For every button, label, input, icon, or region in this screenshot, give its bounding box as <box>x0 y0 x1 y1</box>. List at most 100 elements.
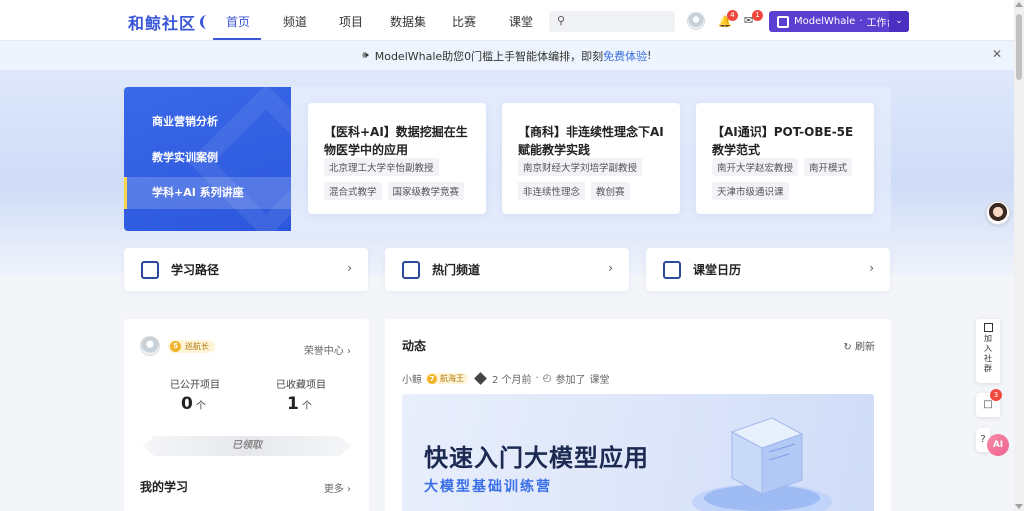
level-number: 7 <box>427 373 437 384</box>
rank-diamond-icon <box>474 372 487 385</box>
chevron-right-icon: › <box>347 484 351 495</box>
feed-banner-image[interactable]: 快速入门大模型应用 大模型基础训练营 <box>402 394 874 511</box>
search-input[interactable]: ⚲ <box>549 11 675 32</box>
level-name: 航海王 <box>440 374 464 383</box>
nav-classroom[interactable]: 课堂 <box>509 13 533 30</box>
user-avatar[interactable] <box>687 12 705 30</box>
avatar[interactable] <box>140 336 160 356</box>
logo-mark-icon <box>200 15 208 29</box>
scrollbar-thumb[interactable] <box>1016 14 1022 80</box>
course-tag: 国家级教学竞赛 <box>387 182 465 200</box>
speaker-icon: 🕪 <box>362 50 369 61</box>
scroll-down-icon[interactable] <box>1015 504 1023 509</box>
calendar-icon <box>663 260 681 279</box>
workspace-button[interactable]: ModelWhale · 工作台 ⌄ <box>769 11 909 32</box>
message-badge: 1 <box>752 10 763 21</box>
logo[interactable]: 和鲸社区 <box>128 10 208 34</box>
honor-center-label: 荣誉中心 <box>303 346 344 357</box>
quick-link-learning-path[interactable]: 学习路径 › <box>124 248 368 291</box>
chevron-right-icon: › <box>869 261 874 275</box>
collected-projects-label: 已收藏项目 <box>276 380 326 391</box>
feedback-icon: ? <box>980 434 986 445</box>
course-card[interactable]: 【商科】非连续性理念下AI赋能教学实践 南京财经大学刘培学副教授 非连续性理念 … <box>502 103 680 214</box>
public-projects-label: 已公开项目 <box>170 380 220 391</box>
modelwhale-logo-icon <box>777 15 789 28</box>
page-scrollbar[interactable] <box>1014 0 1024 511</box>
inbox-badge: 3 <box>990 389 1002 401</box>
feed-target[interactable]: 课堂 <box>589 371 609 386</box>
quick-link-calendar[interactable]: 课堂日历 › <box>646 248 890 291</box>
course-title: 【商科】非连续性理念下AI赋能教学实践 <box>518 125 664 157</box>
quick-link-hot-channels[interactable]: 热门频道 › <box>385 248 629 291</box>
more-label: 更多 <box>323 484 344 495</box>
course-tag: 教创赛 <box>591 182 630 200</box>
banner-title: 快速入门大模型应用 <box>424 444 649 472</box>
notification-badge: 4 <box>727 10 738 21</box>
notice-suffix: ! <box>647 49 652 62</box>
feed-action: 参加了 <box>555 375 586 386</box>
level-number: 5 <box>170 341 181 352</box>
course-tag: 南开模式 <box>804 158 853 176</box>
collected-projects-count[interactable]: 1个 <box>287 394 312 414</box>
notice-bar: 🕪 ModelWhale助您0门槛上手智能体编排，即刻 免费体验! ✕ <box>0 41 1014 70</box>
count-unit: 个 <box>301 401 312 412</box>
map-icon <box>141 260 159 279</box>
feed-user-name[interactable]: 小鲸 <box>402 371 422 386</box>
ai-assistant-button[interactable]: AI <box>987 434 1009 456</box>
hero-tab-ai-lectures[interactable]: 学科+AI 系列讲座 <box>124 177 291 209</box>
public-projects-value: 0 <box>181 394 193 414</box>
public-projects-count[interactable]: 0个 <box>181 394 206 414</box>
course-card[interactable]: 【AI通识】POT-OBE-5E教学范式 南开大学赵宏教授 南开模式 天津市级通… <box>696 103 874 214</box>
clock-icon: ◴ <box>542 373 552 384</box>
banner-subtitle: 大模型基础训练营 <box>424 479 552 495</box>
close-icon[interactable]: ✕ <box>992 47 1002 61</box>
my-learning-title: 我的学习 <box>140 480 189 494</box>
chevron-right-icon: › <box>347 346 351 357</box>
feed-time: 2 个月前 <box>492 375 532 386</box>
quick-link-label: 学习路径 <box>171 263 220 277</box>
feed-title: 动态 <box>402 339 427 353</box>
hero-tab-teaching-cases[interactable]: 教学实训案例 <box>124 142 291 174</box>
nav-competitions[interactable]: 比赛 <box>452 13 476 30</box>
chevron-right-icon: › <box>347 261 352 275</box>
count-unit: 个 <box>195 401 206 412</box>
course-tag: 天津市级通识课 <box>712 182 789 200</box>
workspace-brand: ModelWhale <box>794 16 856 27</box>
more-link[interactable]: 更多 › <box>324 480 351 495</box>
course-title: 【医科+AI】数据挖掘在生物医学中的应用 <box>324 125 468 157</box>
nav-channels[interactable]: 频道 <box>283 13 307 30</box>
nav-projects[interactable]: 项目 <box>339 13 363 30</box>
hero-tabs: 商业营销分析 教学实训案例 学科+AI 系列讲座 <box>124 87 291 231</box>
collected-projects-value: 1 <box>287 394 299 414</box>
cube-illustration <box>692 417 832 511</box>
quick-link-label: 课堂日历 <box>693 263 742 277</box>
refresh-button[interactable]: ↻ 刷新 <box>843 338 875 353</box>
top-navbar: 和鲸社区 首页 频道 项目 数据集 比赛 课堂 ⚲ 🔔 4 ✉ 1 ModelW… <box>0 0 1014 41</box>
level-badge: 7 航海王 <box>426 373 468 384</box>
honor-center-link[interactable]: 荣誉中心 › <box>304 342 351 357</box>
search-icon: ⚲ <box>557 14 566 27</box>
nav-datasets[interactable]: 数据集 <box>390 13 426 30</box>
chevron-right-icon: › <box>608 261 613 275</box>
level-name: 巡航长 <box>185 342 209 351</box>
hero-tab-marketing[interactable]: 商业营销分析 <box>124 106 291 138</box>
logo-text: 和鲸社区 <box>128 14 197 33</box>
refresh-label: 刷新 <box>855 342 875 353</box>
notice-link[interactable]: 免费体验 <box>603 48 647 64</box>
activity-feed: 动态 ↻ 刷新 小鲸 7 航海王 2 个月前 · ◴ 参加了 课堂 快速入门大模型… <box>385 319 891 511</box>
assistant-avatar[interactable] <box>986 201 1010 225</box>
course-tag: 南开大学赵宏教授 <box>712 158 799 176</box>
dot-separator: · <box>535 373 539 384</box>
claimed-banner: 已领取 <box>142 436 352 456</box>
course-title: 【AI通识】POT-OBE-5E教学范式 <box>712 125 854 157</box>
course-card[interactable]: 【医科+AI】数据挖掘在生物医学中的应用 北京理工大学辛怡副教授 混合式教学 国… <box>308 103 486 214</box>
feed-item-meta: 小鲸 7 航海王 2 个月前 · ◴ 参加了 课堂 <box>402 371 609 386</box>
join-community-button[interactable]: 加入社群 <box>976 319 1000 383</box>
join-community-label: 加入社群 <box>984 334 992 373</box>
course-tag: 非连续性理念 <box>518 182 586 200</box>
chevron-down-icon[interactable]: ⌄ <box>889 11 909 32</box>
active-nav-indicator <box>213 38 261 40</box>
course-tag: 南京财经大学刘培学副教授 <box>518 158 643 176</box>
nav-home[interactable]: 首页 <box>226 13 250 30</box>
scroll-up-icon[interactable] <box>1015 2 1023 7</box>
